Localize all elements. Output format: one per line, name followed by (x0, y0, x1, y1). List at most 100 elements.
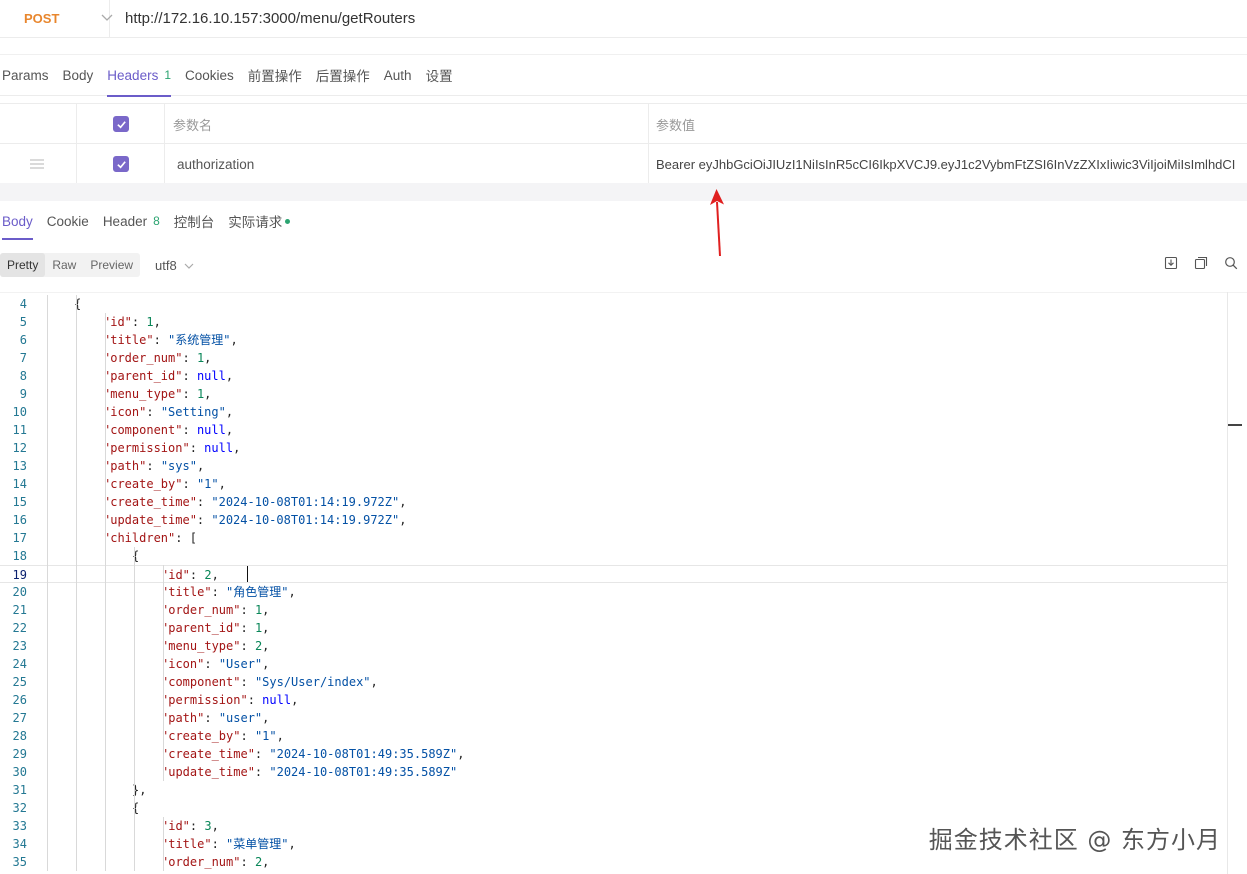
code-text: "component": "Sys/User/index", (161, 675, 378, 689)
checkbox-checked-icon (113, 156, 129, 172)
line-number: 18 (12, 549, 27, 563)
code-text: "create_by": "1", (161, 729, 284, 743)
view-mode-pretty[interactable]: Pretty (0, 253, 46, 277)
line-number: 12 (12, 441, 27, 455)
code-text: "menu_type": 1, (103, 387, 212, 401)
line-number: 26 (12, 693, 27, 707)
column-divider (76, 103, 77, 183)
code-text: "path": "sys", (103, 459, 205, 473)
tab-label: 实际请求 (228, 215, 283, 230)
code-text: "id": 2, (161, 568, 219, 582)
line-number: 34 (12, 837, 27, 851)
line-number: 31 (12, 783, 27, 797)
code-text: "order_num": 2, (161, 855, 270, 869)
tab-response-body[interactable]: Body (2, 204, 33, 240)
view-mode-preview[interactable]: Preview (83, 253, 140, 277)
tab-response-cookie[interactable]: Cookie (47, 204, 89, 238)
tab-actual-request[interactable]: 实际请求 (228, 204, 291, 238)
line-number: 8 (19, 369, 27, 383)
line-number: 4 (19, 297, 27, 311)
line-number: 13 (12, 459, 27, 473)
tab-label: Header (102, 213, 148, 229)
drag-handle-icon[interactable] (30, 144, 44, 184)
code-text: "create_time": "2024-10-08T01:49:35.589Z… (161, 747, 465, 761)
code-line: 5 "id": 1, (0, 313, 1227, 331)
code-line: 35 "order_num": 2, (0, 853, 1227, 871)
line-number: 9 (19, 387, 27, 401)
search-icon[interactable] (1223, 255, 1239, 271)
headers-table: 参数名 参数值 authorization Bearer eyJhbGciOiJ… (0, 103, 1247, 184)
header-value-input[interactable]: Bearer eyJhbGciOiJIUzI1NiIsInR5cCI6IkpXV… (656, 144, 1247, 184)
line-number: 23 (12, 639, 27, 653)
encoding-select[interactable]: utf8 (155, 258, 193, 273)
code-line: 32{ (0, 799, 1227, 817)
code-line: 29 "create_time": "2024-10-08T01:49:35.58… (0, 745, 1227, 763)
line-number: 35 (12, 855, 27, 869)
tab-label: Cookies (185, 67, 234, 83)
tab-count-badge: 1 (164, 68, 172, 82)
select-all-checkbox[interactable] (113, 104, 129, 144)
tab-label: Headers (107, 67, 159, 83)
row-enabled-checkbox[interactable] (113, 144, 129, 184)
editor-scrollbar[interactable] (1227, 292, 1228, 874)
code-text: "id": 3, (161, 819, 219, 833)
code-text: "permission": null, (161, 693, 299, 707)
text-cursor (247, 566, 248, 582)
code-line: 16 "update_time": "2024-10-08T01:14:19.97… (0, 511, 1227, 529)
code-text: "children": [ (103, 531, 197, 545)
line-number: 11 (12, 423, 27, 437)
tab-post-operations[interactable]: 后置操作 (316, 54, 370, 96)
tab-params[interactable]: Params (2, 54, 49, 96)
indent-guide (76, 295, 77, 871)
code-line: 18{ (0, 547, 1227, 565)
code-line: 22 "parent_id": 1, (0, 619, 1227, 637)
code-line: 19 "id": 2, (0, 565, 1227, 583)
code-text: "order_num": 1, (103, 351, 212, 365)
view-mode-raw[interactable]: Raw (45, 253, 83, 277)
tab-settings[interactable]: 设置 (426, 54, 453, 96)
code-line: 9 "menu_type": 1, (0, 385, 1227, 403)
code-line: 13 "path": "sys", (0, 457, 1227, 475)
code-line: 23 "menu_type": 2, (0, 637, 1227, 655)
tab-cookies[interactable]: Cookies (185, 54, 234, 96)
tab-response-header[interactable]: Header 8 (103, 204, 160, 238)
code-text: "title": "菜单管理", (161, 837, 296, 851)
line-number: 19 (12, 568, 27, 582)
code-line: 21 "order_num": 1, (0, 601, 1227, 619)
line-number: 10 (12, 405, 27, 419)
tab-label: 设置 (425, 69, 453, 84)
code-text: "menu_type": 2, (161, 639, 270, 653)
code-line: 8 "parent_id": null, (0, 367, 1227, 385)
column-header-name: 参数名 (173, 117, 213, 133)
header-key-input[interactable]: authorization (177, 144, 254, 184)
tab-pre-operations[interactable]: 前置操作 (248, 54, 302, 96)
table-header-row: 参数名 参数值 (0, 104, 1247, 144)
line-number: 25 (12, 675, 27, 689)
download-icon[interactable] (1163, 255, 1179, 271)
tab-console[interactable]: 控制台 (174, 204, 215, 238)
line-number: 21 (12, 603, 27, 617)
view-mode-toggle: Pretty Raw Preview (0, 253, 141, 277)
response-body-editor[interactable]: 4{5 "id": 1, 6 "title": "系统管理", 7 "order_num"… (0, 292, 1247, 874)
code-line: 30 "update_time": "2024-10-08T01:49:35.58… (0, 763, 1227, 781)
column-header-value: 参数值 (656, 117, 696, 133)
tab-auth[interactable]: Auth (384, 54, 412, 96)
indent-guide (47, 295, 48, 871)
code-line: 28 "create_by": "1", (0, 727, 1227, 745)
line-number: 22 (12, 621, 27, 635)
method-select[interactable]: POST (0, 0, 113, 38)
code-line: 4{ (0, 295, 1227, 313)
code-text: "parent_id": 1, (161, 621, 270, 635)
code-text: "create_time": "2024-10-08T01:14:19.972Z… (103, 495, 407, 509)
copy-icon[interactable] (1193, 255, 1209, 271)
tab-headers[interactable]: Headers 1 (107, 54, 172, 97)
column-divider (648, 103, 649, 183)
encoding-label: utf8 (155, 257, 177, 273)
code-line: 11 "component": null, (0, 421, 1227, 439)
column-divider (164, 103, 165, 183)
watermark: 掘金技术社区 @ 东方小月 (928, 826, 1221, 854)
tab-label: 前置操作 (247, 69, 302, 84)
code-text: "title": "角色管理", (161, 585, 296, 599)
url-input[interactable]: http://172.16.10.157:3000/menu/getRouter… (110, 10, 415, 27)
tab-body[interactable]: Body (63, 54, 94, 96)
